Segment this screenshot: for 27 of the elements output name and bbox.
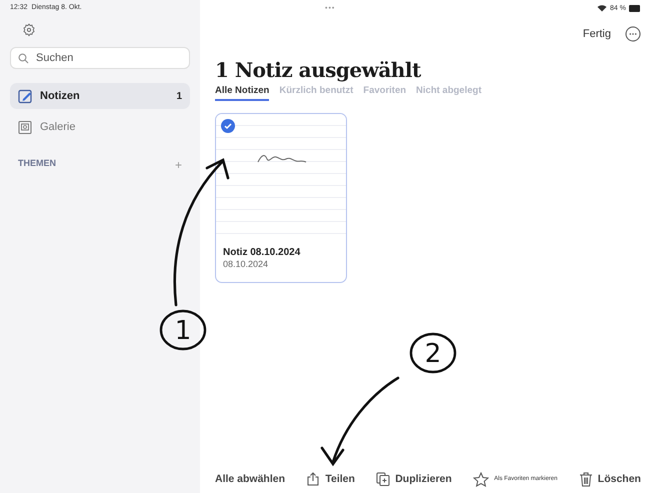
more-icon[interactable]: [625, 26, 641, 42]
wifi-icon: [597, 4, 608, 12]
note-card[interactable]: Notiz 08.10.2024 08.10.2024: [215, 113, 347, 283]
note-title: Notiz 08.10.2024: [222, 246, 302, 258]
annotation-circle-number: 2: [410, 332, 456, 374]
note-date: 08.10.2024: [222, 258, 270, 269]
share-button[interactable]: Teilen: [306, 472, 355, 486]
deselect-button[interactable]: Alle abwählen: [215, 473, 286, 485]
sidebar-item[interactable]: Notizen 1: [10, 83, 190, 109]
sidebar-item[interactable]: Galerie: [10, 114, 190, 140]
delete-button[interactable]: Löschen: [578, 472, 641, 486]
done-button[interactable]: Fertig: [582, 28, 611, 40]
section-heading: THEMEN: [18, 158, 56, 170]
duplicate-icon: [376, 472, 390, 486]
settings-icon[interactable]: [22, 23, 36, 37]
search-icon: [18, 52, 29, 64]
page-title: 1 Notiz ausgewählt: [215, 58, 422, 82]
duplicate-button[interactable]: Duplizieren: [376, 472, 452, 486]
trash-icon: [578, 472, 593, 486]
star-icon: [473, 472, 490, 486]
filter-tab[interactable]: Alle Notizen: [215, 85, 270, 101]
share-icon: [306, 472, 320, 486]
battery-icon: [629, 4, 641, 12]
search-field[interactable]: Suchen: [10, 47, 190, 69]
notebook-pencil-icon: [18, 88, 33, 104]
picture-frame-icon: [18, 120, 33, 134]
annotation-circle-number: 1: [160, 310, 206, 350]
